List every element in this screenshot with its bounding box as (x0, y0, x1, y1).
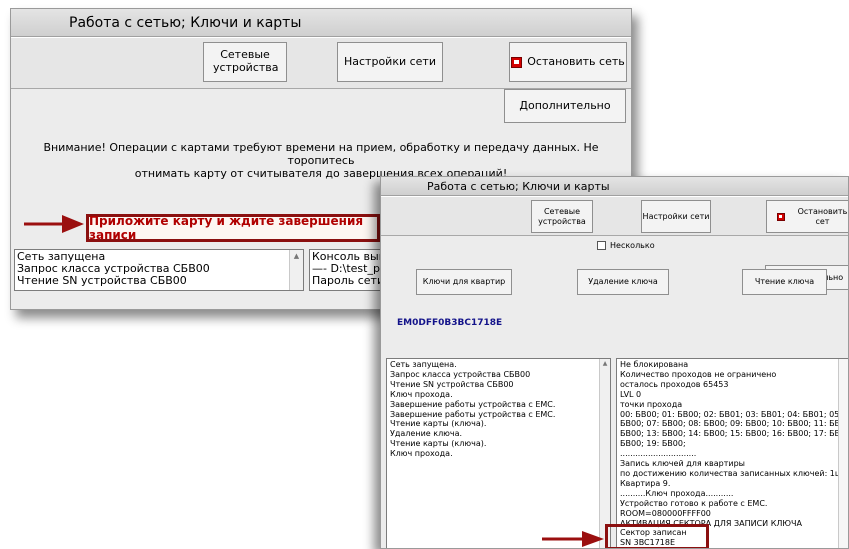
list-item: 00: БВ00; 01: БВ00; 02: БВ01; 03: БВ01; … (620, 409, 848, 419)
multiple-checkbox[interactable]: Несколько (597, 241, 655, 250)
list-item: БВ00; 19: БВ00; (620, 439, 686, 449)
window-titlebar[interactable]: Работа с сетью; Ключи и карты (381, 177, 848, 196)
list-item: Ключ прохода. (390, 389, 453, 399)
event-log-list[interactable]: Сеть запущена Запрос класса устройства С… (14, 249, 304, 291)
list-item: .............................. (620, 449, 697, 459)
warning-text: Внимание! Операции с картами требуют вре… (43, 141, 599, 180)
apartment-keys-button[interactable]: Ключи для квартир (416, 269, 512, 295)
list-item: LVL 0 (620, 389, 642, 399)
list-item: Квартира 9. (620, 478, 671, 488)
scrollbar[interactable]: ▲ (599, 359, 610, 548)
list-item: Чтение карты (ключа). (390, 439, 487, 449)
scroll-up-icon[interactable]: ▲ (600, 359, 610, 369)
scroll-up-icon[interactable]: ▲ (290, 250, 303, 262)
stop-icon (511, 56, 523, 68)
scrollbar[interactable]: ▲ (289, 250, 303, 290)
checkbox-box[interactable] (597, 241, 606, 250)
network-settings-button[interactable]: Настройки сети (641, 200, 711, 233)
toolbar: Сетевые устройства Настройки сети Остано… (11, 37, 631, 89)
console-log-list[interactable]: Не блокирована Количество проходов не ог… (616, 358, 849, 548)
network-devices-button[interactable]: Сетевые устройства (203, 42, 287, 82)
list-item: Не блокирована (620, 360, 689, 369)
delete-key-button[interactable]: Удаление ключа (577, 269, 669, 295)
list-item: Чтение карты (ключа). (390, 419, 487, 429)
place-card-message: Приложите карту и ждите завершения запис… (86, 214, 380, 242)
event-log-list[interactable]: Сеть запущена. Запрос класса устройства … (386, 358, 611, 548)
list-item: Чтение SN устройства СБВ00 (390, 379, 514, 389)
list-item: точки прохода (620, 399, 683, 409)
network-settings-button[interactable]: Настройки сети (337, 42, 443, 82)
list-item: по достижению количества записанных ключ… (620, 468, 849, 478)
list-item: ROOM=080000FFFF00 (620, 508, 711, 518)
read-key-button[interactable]: Чтение ключа (742, 269, 827, 295)
window-titlebar[interactable]: Работа с сетью; Ключи и карты (11, 9, 631, 37)
sector-written-highlight (605, 524, 709, 548)
stop-icon (777, 212, 785, 221)
window-title: Работа с сетью; Ключи и карты (427, 180, 610, 193)
list-item: Ключ прохода. (390, 449, 453, 459)
list-item: Завершение работы устройства с ЕМС. (390, 399, 556, 409)
network-devices-button[interactable]: Сетевые устройства (531, 200, 593, 233)
additional-button[interactable]: Дополнительно (504, 89, 626, 123)
pointer-arrow-icon (24, 215, 84, 233)
list-item: Удаление ключа. (390, 429, 463, 439)
pointer-arrow-icon (542, 531, 604, 547)
list-item: ..........Ключ прохода........... (620, 488, 734, 498)
list-item: Сеть запущена. (390, 360, 457, 369)
list-item: БВ00; 13: БВ00; 14: БВ00; 15: БВ00; 16: … (620, 429, 849, 439)
stop-network-button[interactable]: Остановить сеть (509, 42, 627, 82)
list-item: Количество проходов не ограничено (620, 369, 777, 379)
window-title: Работа с сетью; Ключи и карты (69, 15, 302, 31)
list-item: Устройство готово к работе с ЕМС. (620, 498, 768, 508)
stop-network-button[interactable]: Остановить сет (766, 200, 848, 233)
list-item: Запись ключей для квартиры (620, 459, 745, 469)
list-item: БВ00; 07: БВ00; 08: БВ00; 09: БВ00; 10: … (620, 419, 849, 429)
list-item: Запрос класса устройства СБВ00 (390, 369, 531, 379)
scrollbar[interactable] (838, 359, 848, 548)
key-id-label: EM0DFF0B3BC1718E (397, 318, 503, 328)
toolbar: Сетевые устройства Настройки сети Остано… (381, 196, 848, 236)
list-item: Чтение SN устройства СБВ00 (17, 274, 187, 287)
list-item: Завершение работы устройства с ЕМС. (390, 409, 556, 419)
list-item: осталось проходов 65453 (620, 379, 729, 389)
keys-window: Работа с сетью; Ключи и карты Сетевые ус… (380, 176, 849, 549)
